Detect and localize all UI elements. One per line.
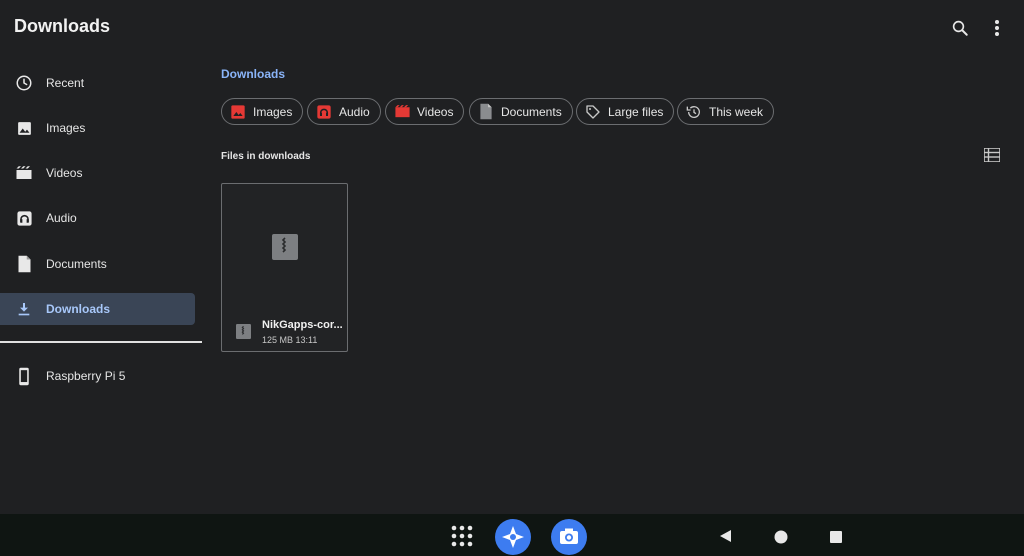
zip-icon [236,324,251,339]
apps-grid-icon[interactable] [450,525,474,547]
document-icon [477,103,495,121]
home-icon[interactable] [774,530,788,544]
camera-icon[interactable] [551,519,587,555]
sidebar-item-videos[interactable]: Videos [0,157,195,189]
assistant-icon[interactable] [495,519,531,555]
image-icon [14,118,34,138]
search-icon[interactable] [948,16,972,40]
clock-icon [14,73,34,93]
chip-label: Documents [501,104,562,119]
audio-icon [14,208,34,228]
top-app-bar: Downloads [0,0,1024,56]
sidebar-item-documents[interactable]: Documents [0,248,195,280]
file-time: 13:11 [295,335,318,345]
sidebar-item-recent[interactable]: Recent [0,67,195,99]
chip-label: This week [709,104,764,119]
tag-icon [584,103,602,121]
phone-icon [14,366,34,386]
breadcrumb[interactable]: Downloads [221,67,285,81]
file-card[interactable]: NikGapps-cor... 125 MB 13:11 [221,183,348,352]
sidebar-item-label: Downloads [46,302,111,316]
chip-label: Images [253,104,293,119]
download-icon [14,299,34,319]
section-title: Files in downloads [221,151,311,162]
navigation-drawer: Recent Images Videos Audio Documents Dow… [0,60,202,400]
chip-documents[interactable]: Documents [469,98,573,125]
document-icon [14,254,34,274]
sidebar-item-downloads[interactable]: Downloads [0,293,195,325]
zip-icon [272,234,298,260]
recents-icon[interactable] [829,530,842,543]
sidebar-item-label: Audio [46,211,77,225]
sidebar-item-audio[interactable]: Audio [0,202,195,234]
file-size: 125 MB [262,335,294,345]
file-name: NikGapps-cor... [262,319,342,331]
history-icon [685,103,703,121]
sidebar-item-label: Recent [46,76,85,90]
page-title: Downloads [14,16,111,36]
sidebar-item-raspberry-pi[interactable]: Raspberry Pi 5 [0,360,195,392]
sidebar-item-label: Videos [46,166,83,180]
chip-label: Videos [417,104,454,119]
chip-images[interactable]: Images [221,98,304,125]
chip-audio[interactable]: Audio [307,98,381,125]
movie-icon [14,163,34,183]
system-nav-bar [0,514,1024,556]
image-icon [229,103,247,121]
sidebar-item-label: Documents [46,257,107,271]
sidebar-item-label: Raspberry Pi 5 [46,369,126,383]
chip-this-week[interactable]: This week [677,98,775,125]
back-icon[interactable] [718,529,732,543]
movie-icon [393,103,411,121]
audio-icon [315,103,333,121]
chip-videos[interactable]: Videos [385,98,465,125]
chip-label: Large files [608,104,664,119]
list-view-icon[interactable] [983,147,1001,164]
sidebar-divider [0,341,202,343]
chip-label: Audio [339,104,370,119]
sidebar-item-label: Images [46,121,86,135]
file-meta: 125 MB 13:11 [262,335,317,345]
chip-large-files[interactable]: Large files [576,98,675,125]
more-vert-icon[interactable] [985,16,1009,40]
sidebar-item-images[interactable]: Images [0,112,195,144]
